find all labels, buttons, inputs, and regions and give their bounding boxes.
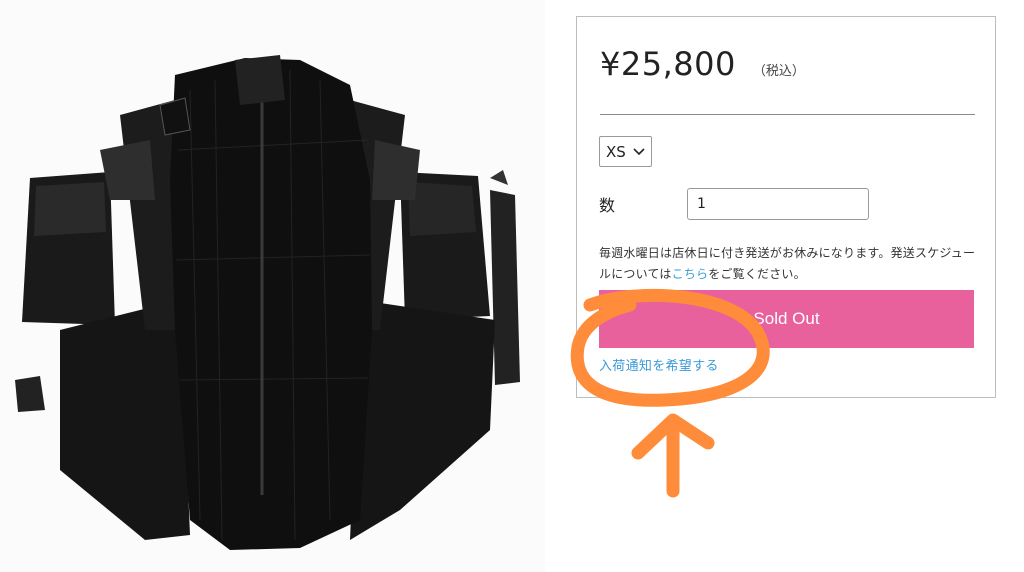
- price: ¥25,800: [600, 45, 736, 83]
- size-select[interactable]: XS: [599, 136, 652, 167]
- arrow-up-annotation: [631, 413, 715, 498]
- price-row: ¥25,800 （税込）: [600, 45, 805, 83]
- shipping-notice-suffix: をご覧ください。: [708, 267, 806, 281]
- chevron-down-icon: [633, 147, 645, 155]
- quantity-label: 数: [599, 196, 616, 215]
- size-select-value: XS: [606, 142, 626, 161]
- purchase-panel: ¥25,800 （税込） XS 数 毎週水曜日は店休日に付き発送がお休みになりま…: [576, 16, 996, 398]
- shipping-notice: 毎週水曜日は店休日に付き発送がお休みになります。発送スケジュールについてはこちら…: [599, 243, 977, 285]
- divider: [600, 114, 975, 115]
- shipping-schedule-link[interactable]: こちら: [672, 267, 709, 281]
- product-image: [0, 0, 545, 572]
- sold-out-button[interactable]: Sold Out: [599, 290, 974, 348]
- quantity-input[interactable]: [687, 188, 869, 220]
- restock-notify-link[interactable]: 入荷通知を希望する: [599, 355, 719, 374]
- tax-note: （税込）: [752, 64, 805, 79]
